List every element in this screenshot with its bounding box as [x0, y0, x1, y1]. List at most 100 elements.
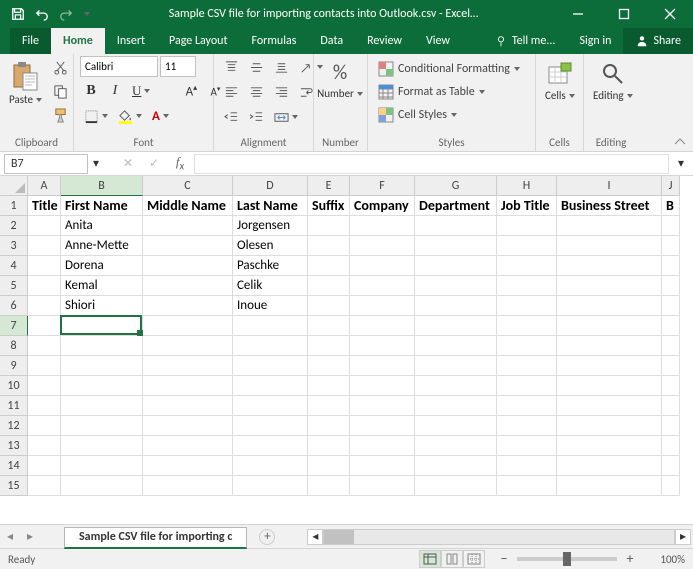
- cell-D8[interactable]: [233, 336, 308, 356]
- col-header-I[interactable]: I: [557, 176, 662, 196]
- cell-F12[interactable]: [350, 416, 415, 436]
- cell-I10[interactable]: [557, 376, 662, 396]
- cell-I11[interactable]: [557, 396, 662, 416]
- align-left-button[interactable]: [220, 81, 243, 103]
- maximize-button[interactable]: [601, 0, 647, 28]
- tab-insert[interactable]: Insert: [105, 28, 157, 54]
- font-color-button[interactable]: A: [148, 105, 173, 127]
- cut-button[interactable]: [49, 56, 72, 78]
- cell-G12[interactable]: [415, 416, 497, 436]
- cell-I8[interactable]: [557, 336, 662, 356]
- select-all-corner[interactable]: [0, 176, 28, 196]
- cell-A10[interactable]: [28, 376, 61, 396]
- zoom-slider[interactable]: [517, 557, 617, 561]
- decrease-indent-button[interactable]: [220, 106, 243, 128]
- cell-H14[interactable]: [497, 456, 557, 476]
- cell-G4[interactable]: [415, 256, 497, 276]
- cell-B1[interactable]: First Name: [61, 196, 143, 216]
- cell-B8[interactable]: [61, 336, 143, 356]
- cell-I7[interactable]: [557, 316, 662, 336]
- minimize-button[interactable]: [555, 0, 601, 28]
- cell-F3[interactable]: [350, 236, 415, 256]
- cell-H13[interactable]: [497, 436, 557, 456]
- cell-I12[interactable]: [557, 416, 662, 436]
- cell-E6[interactable]: [308, 296, 350, 316]
- cell-C7[interactable]: [143, 316, 233, 336]
- cell-B13[interactable]: [61, 436, 143, 456]
- cell-C11[interactable]: [143, 396, 233, 416]
- cell-J1[interactable]: B: [662, 196, 680, 216]
- align-middle-button[interactable]: [245, 56, 268, 78]
- sheet-tab[interactable]: Sample CSV file for importing c: [64, 527, 247, 549]
- tab-formulas[interactable]: Formulas: [239, 28, 308, 54]
- cell-J11[interactable]: [662, 396, 680, 416]
- cell-B5[interactable]: Kemal: [61, 276, 143, 296]
- cell-A6[interactable]: [28, 296, 61, 316]
- align-bottom-button[interactable]: [270, 56, 293, 78]
- cell-J3[interactable]: [662, 236, 680, 256]
- cell-H7[interactable]: [497, 316, 557, 336]
- cell-J4[interactable]: [662, 256, 680, 276]
- cell-E1[interactable]: Suffix: [308, 196, 350, 216]
- col-header-B[interactable]: B: [61, 176, 143, 196]
- cell-H8[interactable]: [497, 336, 557, 356]
- cell-E12[interactable]: [308, 416, 350, 436]
- row-header-8[interactable]: 8: [0, 336, 28, 356]
- tab-view[interactable]: View: [414, 28, 462, 54]
- cell-B2[interactable]: Anita: [61, 216, 143, 236]
- cells-button[interactable]: Cells: [542, 56, 578, 107]
- merge-button[interactable]: [270, 106, 302, 128]
- row-header-11[interactable]: 11: [0, 396, 28, 416]
- cell-G3[interactable]: [415, 236, 497, 256]
- share-button[interactable]: Share: [623, 28, 693, 54]
- page-break-view-button[interactable]: [463, 550, 485, 568]
- cell-D13[interactable]: [233, 436, 308, 456]
- scroll-right-button[interactable]: ▸: [675, 529, 691, 545]
- cell-H5[interactable]: [497, 276, 557, 296]
- cell-E3[interactable]: [308, 236, 350, 256]
- cell-E13[interactable]: [308, 436, 350, 456]
- cells-area[interactable]: TitleFirst NameMiddle NameLast NameSuffi…: [28, 196, 693, 524]
- tab-file[interactable]: File: [10, 28, 51, 54]
- cell-D2[interactable]: Jorgensen: [233, 216, 308, 236]
- row-header-13[interactable]: 13: [0, 436, 28, 456]
- formula-bar[interactable]: [194, 154, 669, 174]
- cell-E14[interactable]: [308, 456, 350, 476]
- row-header-3[interactable]: 3: [0, 236, 28, 256]
- row-header-7[interactable]: 7: [0, 316, 28, 336]
- cell-A11[interactable]: [28, 396, 61, 416]
- scroll-track[interactable]: [323, 529, 675, 545]
- cell-J12[interactable]: [662, 416, 680, 436]
- cell-E2[interactable]: [308, 216, 350, 236]
- cell-C8[interactable]: [143, 336, 233, 356]
- cell-H10[interactable]: [497, 376, 557, 396]
- cell-F2[interactable]: [350, 216, 415, 236]
- cell-E9[interactable]: [308, 356, 350, 376]
- cell-A4[interactable]: [28, 256, 61, 276]
- name-box-dropdown[interactable]: ▾: [88, 156, 104, 171]
- cell-F11[interactable]: [350, 396, 415, 416]
- font-name-combo[interactable]: [80, 56, 158, 77]
- cell-F15[interactable]: [350, 476, 415, 496]
- cell-C15[interactable]: [143, 476, 233, 496]
- cell-D6[interactable]: Inoue: [233, 296, 308, 316]
- zoom-out-button[interactable]: −: [497, 552, 511, 566]
- italic-button[interactable]: I: [104, 80, 126, 102]
- conditional-formatting-button[interactable]: Conditional Formatting: [374, 58, 524, 80]
- row-header-2[interactable]: 2: [0, 216, 28, 236]
- tell-me[interactable]: Tell me...: [482, 28, 568, 54]
- cell-H9[interactable]: [497, 356, 557, 376]
- cell-G11[interactable]: [415, 396, 497, 416]
- cell-D5[interactable]: Celik: [233, 276, 308, 296]
- cell-F9[interactable]: [350, 356, 415, 376]
- cell-B11[interactable]: [61, 396, 143, 416]
- paste-button[interactable]: Paste: [6, 56, 45, 111]
- row-header-10[interactable]: 10: [0, 376, 28, 396]
- row-header-9[interactable]: 9: [0, 356, 28, 376]
- cell-D10[interactable]: [233, 376, 308, 396]
- row-header-14[interactable]: 14: [0, 456, 28, 476]
- zoom-in-button[interactable]: +: [623, 552, 637, 566]
- increase-indent-button[interactable]: [245, 106, 268, 128]
- col-header-J[interactable]: J: [662, 176, 680, 196]
- scroll-thumb[interactable]: [324, 530, 354, 544]
